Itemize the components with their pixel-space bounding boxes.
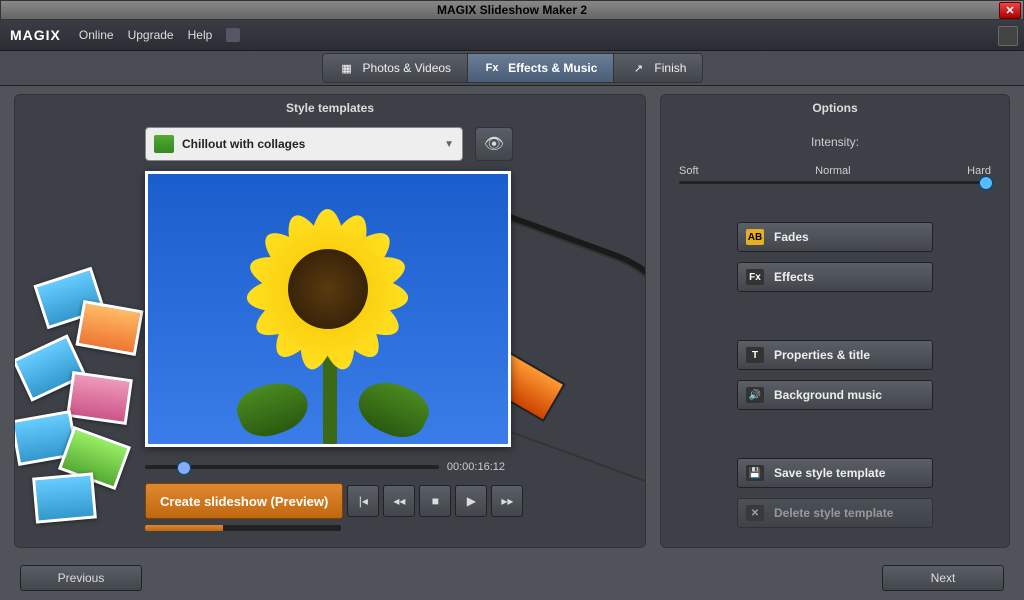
intensity-label: Intensity: [679, 135, 991, 149]
forward-button[interactable]: ▸▸ [491, 485, 523, 517]
footer-nav: Previous Next [0, 556, 1024, 600]
button-label: Effects [774, 270, 814, 284]
window-title: MAGIX Slideshow Maker 2 [437, 3, 587, 17]
tab-label: Effects & Music [508, 61, 597, 75]
tooltip-icon[interactable] [226, 28, 240, 42]
fades-button[interactable]: AB Fades [737, 222, 933, 252]
save-icon: 💾 [746, 465, 764, 481]
stop-icon: ■ [432, 494, 439, 508]
button-label: Properties & title [774, 348, 870, 362]
play-icon: ▶ [467, 494, 476, 508]
delete-template-button: ✕ Delete style template [737, 498, 933, 528]
play-button[interactable]: ▶ [455, 485, 487, 517]
tab-photos-videos[interactable]: ▦ Photos & Videos [322, 53, 469, 83]
main-content: Style templates Chillout with collages ▼… [0, 86, 1024, 556]
eye-icon: 👁 [484, 134, 504, 154]
menu-upgrade[interactable]: Upgrade [128, 28, 174, 42]
chevron-down-icon: ▼ [444, 139, 454, 150]
rewind-button[interactable]: ◂◂ [383, 485, 415, 517]
step-tabs: ▦ Photos & Videos Fx Effects & Music ↗ F… [0, 51, 1024, 86]
template-selector-row: Chillout with collages ▼ 👁 [145, 127, 645, 161]
tab-finish[interactable]: ↗ Finish [613, 53, 703, 83]
intensity-thumb[interactable] [979, 176, 993, 190]
skip-start-button[interactable]: |◂ [347, 485, 379, 517]
button-label: Delete style template [774, 506, 893, 520]
style-templates-panel: Style templates Chillout with collages ▼… [14, 94, 646, 548]
option-buttons: AB Fades Fx Effects T Properties & title… [661, 222, 1009, 528]
intensity-slider[interactable] [679, 181, 991, 184]
button-label: Save style template [774, 466, 885, 480]
close-button[interactable]: ✕ [999, 2, 1021, 19]
intensity-normal-label: Normal [815, 165, 850, 177]
template-dropdown[interactable]: Chillout with collages ▼ [145, 127, 463, 161]
menu-online[interactable]: Online [79, 28, 114, 42]
template-thumb-icon [154, 135, 174, 153]
render-progress [145, 525, 341, 531]
skip-start-icon: |◂ [359, 494, 368, 508]
options-panel: Options Intensity: Soft Normal Hard AB F… [660, 94, 1010, 548]
panel-header: Style templates [15, 95, 645, 121]
menu-help[interactable]: Help [188, 28, 213, 42]
forward-icon: ▸▸ [501, 494, 513, 508]
restore-button[interactable] [998, 26, 1018, 46]
intensity-soft-label: Soft [679, 165, 699, 177]
finish-icon: ↗ [630, 60, 646, 76]
seek-row: 00:00:16:12 [145, 461, 505, 473]
brand-logo: MAGIX [10, 27, 61, 43]
tab-effects-music[interactable]: Fx Effects & Music [467, 53, 614, 83]
delete-icon: ✕ [746, 505, 764, 521]
preview-viewport [145, 171, 511, 447]
fades-icon: AB [746, 229, 764, 245]
properties-title-button[interactable]: T Properties & title [737, 340, 933, 370]
seek-bar[interactable] [145, 465, 439, 469]
effects-button[interactable]: Fx Effects [737, 262, 933, 292]
scattered-photos-deco [14, 275, 149, 548]
rewind-icon: ◂◂ [393, 494, 405, 508]
create-slideshow-button[interactable]: Create slideshow (Preview) [145, 483, 343, 519]
title-bar: MAGIX Slideshow Maker 2 ✕ [0, 0, 1024, 20]
speaker-icon: 🔊 [746, 387, 764, 403]
seek-thumb[interactable] [177, 461, 191, 475]
fx-icon: Fx [484, 60, 500, 76]
save-template-button[interactable]: 💾 Save style template [737, 458, 933, 488]
button-label: Fades [774, 230, 809, 244]
tab-label: Finish [654, 61, 686, 75]
player-controls: Create slideshow (Preview) |◂ ◂◂ ■ ▶ ▸▸ [145, 483, 645, 519]
stop-button[interactable]: ■ [419, 485, 451, 517]
fx-icon: Fx [746, 269, 764, 285]
next-button[interactable]: Next [882, 565, 1004, 591]
tab-label: Photos & Videos [363, 61, 452, 75]
photos-icon: ▦ [339, 60, 355, 76]
previous-button[interactable]: Previous [20, 565, 142, 591]
button-label: Background music [774, 388, 882, 402]
panel-header: Options [661, 95, 1009, 121]
preview-eye-button[interactable]: 👁 [475, 127, 513, 161]
background-music-button[interactable]: 🔊 Background music [737, 380, 933, 410]
intensity-scale-labels: Soft Normal Hard [679, 165, 991, 177]
menu-bar: MAGIX Online Upgrade Help [0, 20, 1024, 51]
template-selected-label: Chillout with collages [182, 137, 305, 151]
title-icon: T [746, 347, 764, 363]
